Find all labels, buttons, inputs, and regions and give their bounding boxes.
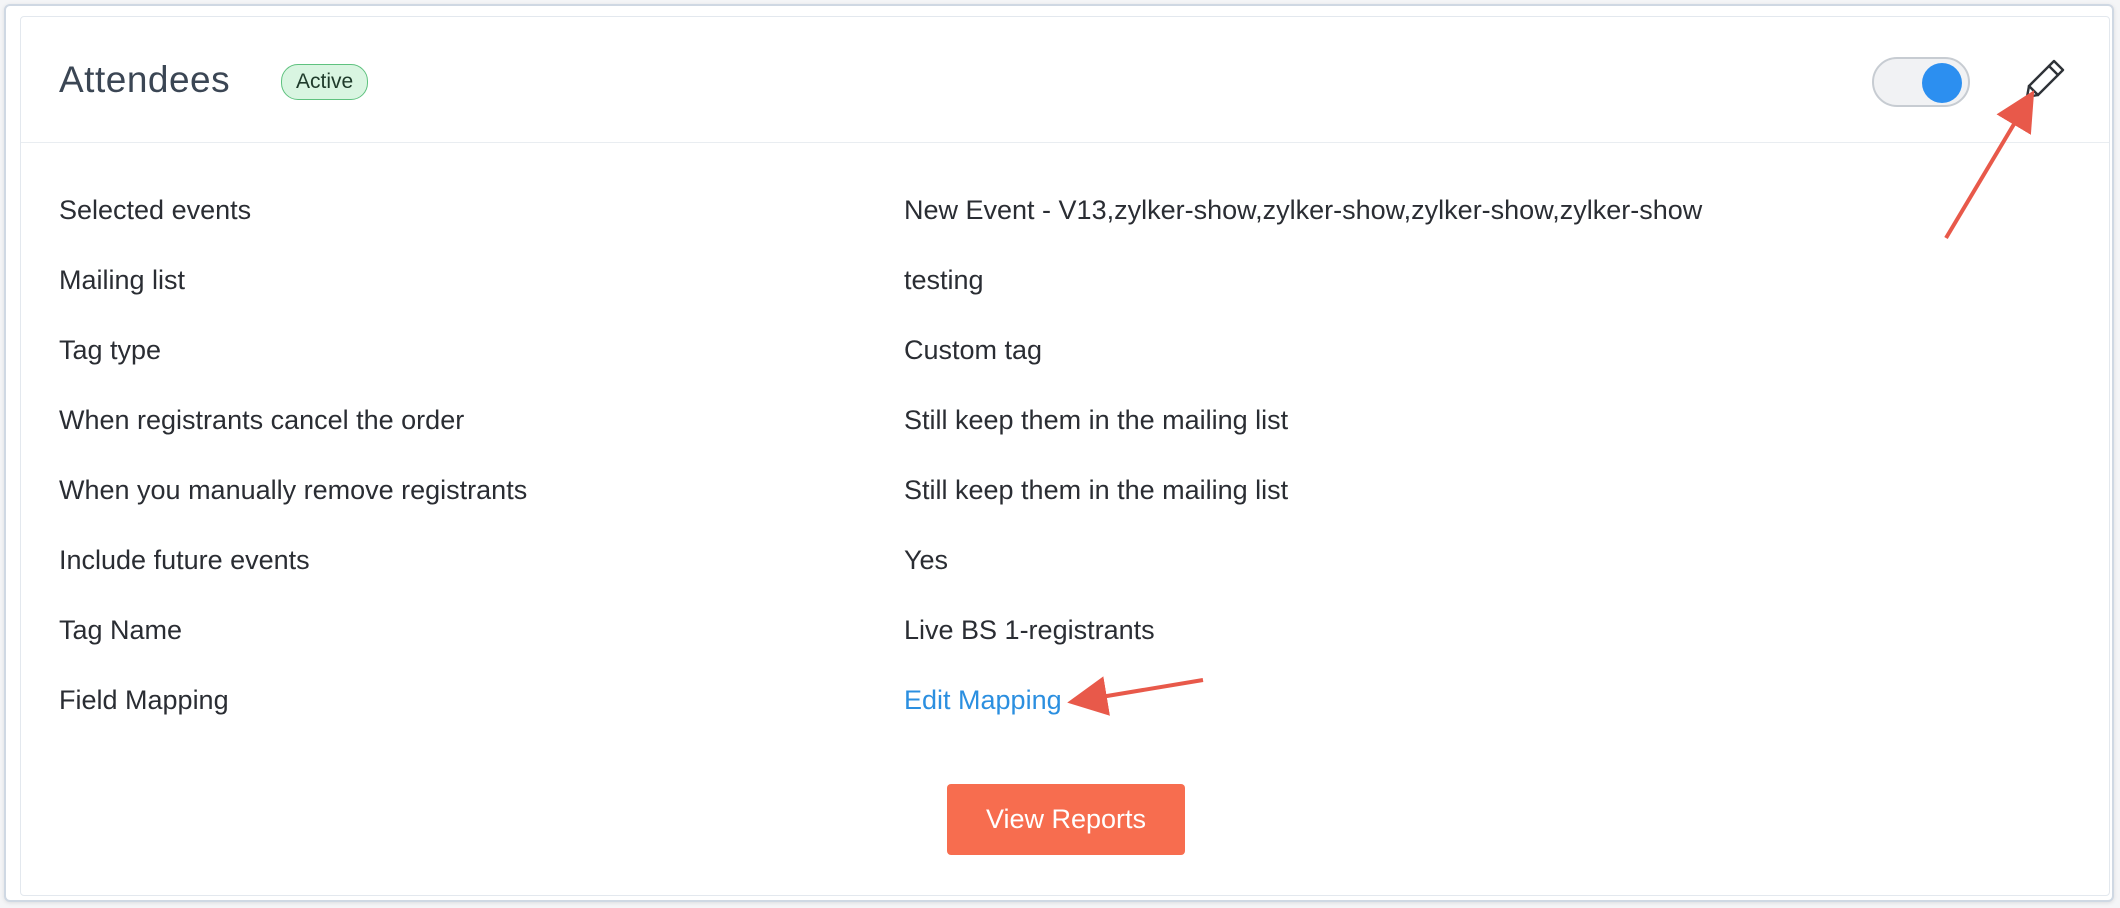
detail-label: Include future events <box>59 545 310 575</box>
detail-row-tag-type: Tag type Custom tag <box>21 335 2109 375</box>
detail-label: Tag type <box>59 335 162 365</box>
active-toggle[interactable] <box>1872 57 1970 107</box>
edit-button[interactable] <box>2023 55 2069 101</box>
detail-value: Custom tag <box>904 335 1043 365</box>
detail-value: New Event - V13,zylker-show,zylker-show,… <box>904 195 1703 225</box>
detail-label: Mailing list <box>59 265 186 295</box>
detail-value: Yes <box>904 545 949 575</box>
window-frame: Attendees Active Selected events New Eve… <box>4 4 2114 902</box>
detail-row-cancel-order: When registrants cancel the order Still … <box>21 405 2109 445</box>
detail-row-mailing-list: Mailing list testing <box>21 265 2109 305</box>
page-title: Attendees <box>59 59 231 100</box>
detail-value: Still keep them in the mailing list <box>904 405 1289 435</box>
detail-value: Live BS 1-registrants <box>904 615 1155 645</box>
detail-row-selected-events: Selected events New Event - V13,zylker-s… <box>21 195 2109 235</box>
edit-mapping-link[interactable]: Edit Mapping <box>904 685 1062 716</box>
view-reports-button[interactable]: View Reports <box>947 784 1185 855</box>
toggle-knob <box>1922 63 1962 103</box>
detail-row-field-mapping: Field Mapping Edit Mapping <box>21 685 2109 725</box>
detail-label: Field Mapping <box>59 685 229 715</box>
detail-row-future-events: Include future events Yes <box>21 545 2109 585</box>
detail-row-tag-name: Tag Name Live BS 1-registrants <box>21 615 2109 655</box>
detail-label: When registrants cancel the order <box>59 405 465 435</box>
detail-label: Tag Name <box>59 615 183 645</box>
detail-label: Selected events <box>59 195 252 225</box>
detail-row-manual-remove: When you manually remove registrants Sti… <box>21 475 2109 515</box>
detail-label: When you manually remove registrants <box>59 475 528 505</box>
integration-card: Attendees Active Selected events New Eve… <box>20 16 2110 896</box>
pencil-icon <box>2025 59 2065 99</box>
status-badge: Active <box>281 64 369 100</box>
detail-value: Still keep them in the mailing list <box>904 475 1289 505</box>
detail-value: testing <box>904 265 984 295</box>
card-header: Attendees Active <box>21 17 2109 143</box>
